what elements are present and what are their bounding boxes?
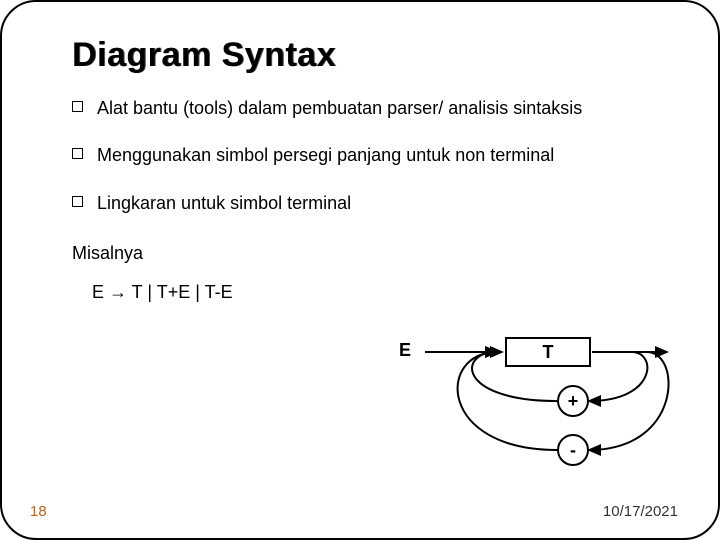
bullet-text: Alat bantu (tools) dalam pembuatan parse…: [97, 97, 582, 120]
example-label: Misalnya: [72, 243, 668, 264]
terminal-minus: -: [557, 434, 589, 466]
terminal-plus: +: [557, 385, 589, 417]
bullet-list: Alat bantu (tools) dalam pembuatan parse…: [72, 97, 668, 215]
terminal-plus-label: +: [568, 391, 579, 412]
terminal-minus-label: -: [570, 440, 576, 461]
bullet-text: Lingkaran untuk simbol terminal: [97, 192, 351, 215]
bullet-text: Menggunakan simbol persegi panjang untuk…: [97, 144, 554, 167]
nonterminal-label: T: [543, 342, 554, 363]
list-item: Menggunakan simbol persegi panjang untuk…: [72, 144, 668, 167]
slide-date: 10/17/2021: [603, 503, 678, 520]
grammar-rule: E → T | T+E | T-E: [92, 282, 668, 303]
nonterminal-box: T: [505, 337, 591, 367]
slide-title: Diagram Syntax: [72, 36, 668, 75]
diagram-start-label: E: [399, 340, 411, 361]
bullet-box-icon: [72, 101, 83, 112]
page-number: 18: [30, 503, 47, 520]
list-item: Alat bantu (tools) dalam pembuatan parse…: [72, 97, 668, 120]
syntax-diagram: E T + -: [397, 337, 677, 487]
bullet-box-icon: [72, 196, 83, 207]
slide-frame: Diagram Syntax Alat bantu (tools) dalam …: [0, 0, 720, 540]
list-item: Lingkaran untuk simbol terminal: [72, 192, 668, 215]
bullet-box-icon: [72, 148, 83, 159]
